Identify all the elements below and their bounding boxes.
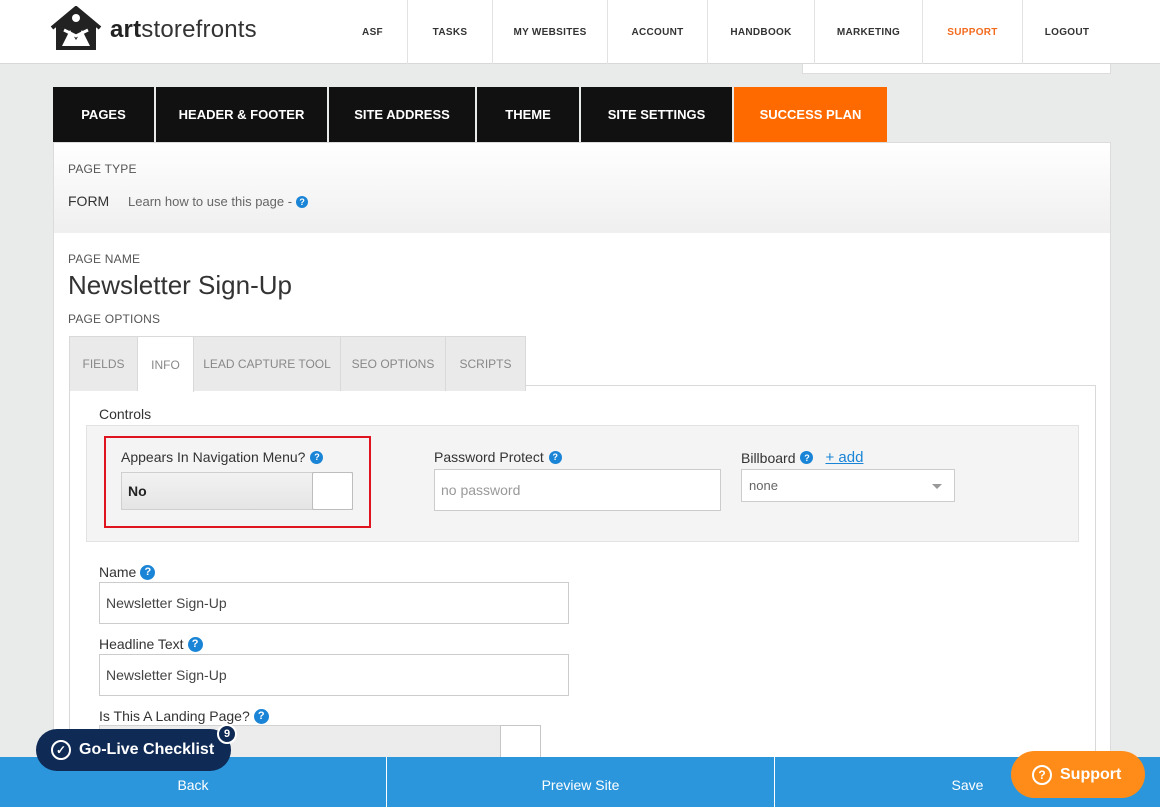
page-options-label: PAGE OPTIONS — [68, 312, 161, 326]
page-type-label: PAGE TYPE — [68, 162, 137, 176]
help-icon[interactable]: ? — [548, 450, 562, 464]
tab-seo-options[interactable]: SEO OPTIONS — [341, 337, 446, 391]
logo-text-art: art — [110, 16, 142, 43]
billboard-label: Billboard ? + add — [741, 449, 863, 466]
page-name-label: PAGE NAME — [68, 252, 141, 266]
tab-info[interactable]: INFO — [138, 337, 194, 392]
top-header: artstorefronts ASF TASKS MY WEBSITES ACC… — [0, 0, 1160, 64]
password-protect-label-text: Password Protect — [434, 449, 544, 465]
headline-label-text: Headline Text — [99, 636, 184, 652]
billboard-select[interactable]: none — [741, 469, 955, 502]
headline-input[interactable]: Newsletter Sign-Up — [99, 654, 569, 696]
help-icon[interactable]: ? — [140, 564, 156, 580]
nav-account[interactable]: ACCOUNT — [608, 0, 708, 64]
nav-logout[interactable]: LOGOUT — [1023, 0, 1111, 64]
main-content: PAGE NAME Newsletter Sign-Up PAGE OPTION… — [53, 233, 1111, 807]
logo-text: artstorefronts — [110, 16, 257, 43]
tab-lead-capture-tool[interactable]: LEAD CAPTURE TOOL — [194, 337, 341, 391]
tab-success-plan[interactable]: SUCCESS PLAN — [734, 87, 887, 142]
checklist-count-badge: 9 — [217, 724, 237, 744]
help-icon[interactable]: ? — [187, 636, 203, 652]
billboard-add-link[interactable]: + add — [825, 449, 863, 466]
name-input[interactable]: Newsletter Sign-Up — [99, 582, 569, 624]
controls-title: Controls — [99, 406, 152, 422]
support-button[interactable]: ? Support — [1011, 751, 1145, 798]
question-circle-icon: ? — [1032, 764, 1052, 785]
logo[interactable]: artstorefronts — [50, 6, 257, 54]
section-tabs: PAGES HEADER & FOOTER SITE ADDRESS THEME… — [53, 87, 889, 142]
page-type-panel: PAGE TYPE FORM Learn how to use this pag… — [53, 142, 1111, 233]
nav-tasks[interactable]: TASKS — [408, 0, 493, 64]
checklist-label: Go-Live Checklist — [79, 741, 215, 758]
tab-site-settings[interactable]: SITE SETTINGS — [581, 87, 732, 142]
landing-page-label: Is This A Landing Page? ? — [99, 708, 269, 724]
nav-handbook[interactable]: HANDBOOK — [708, 0, 815, 64]
preview-site-button[interactable]: Preview Site — [387, 757, 775, 807]
password-input[interactable]: no password — [434, 469, 721, 511]
nav-marketing[interactable]: MARKETING — [815, 0, 923, 64]
billboard-value: none — [749, 478, 778, 493]
nav-asf[interactable]: ASF — [338, 0, 408, 64]
help-icon[interactable]: ? — [296, 195, 309, 208]
billboard-label-text: Billboard — [741, 449, 796, 466]
go-live-checklist-button[interactable]: ✓ Go-Live Checklist — [36, 729, 231, 771]
password-protect-label: Password Protect ? — [434, 449, 562, 465]
page-title: Newsletter Sign-Up — [68, 270, 292, 300]
option-tabs: FIELDS INFO LEAD CAPTURE TOOL SEO OPTION… — [69, 336, 526, 392]
landing-page-label-text: Is This A Landing Page? — [99, 708, 250, 724]
support-label: Support — [1060, 765, 1122, 783]
tab-header-footer[interactable]: HEADER & FOOTER — [156, 87, 327, 142]
help-icon[interactable]: ? — [253, 708, 269, 724]
learn-link[interactable]: Learn how to use this page - ? — [128, 194, 309, 209]
top-nav: ASF TASKS MY WEBSITES ACCOUNT HANDBOOK M… — [338, 0, 1111, 64]
logo-icon — [50, 6, 102, 50]
page-type-value: FORM — [68, 193, 110, 209]
name-label: Name ? — [99, 564, 156, 580]
nav-my-websites[interactable]: MY WEBSITES — [493, 0, 608, 64]
tab-pages[interactable]: PAGES — [53, 87, 154, 142]
tab-site-address[interactable]: SITE ADDRESS — [329, 87, 475, 142]
tab-scripts[interactable]: SCRIPTS — [446, 337, 525, 391]
header-dropdown-stub — [802, 64, 1111, 74]
highlight-box — [104, 436, 371, 528]
name-label-text: Name — [99, 564, 137, 580]
learn-text: Learn how to use this page - — [128, 194, 293, 209]
toggle-knob[interactable] — [500, 725, 541, 760]
chevron-down-icon — [932, 484, 942, 489]
tab-fields[interactable]: FIELDS — [70, 337, 138, 391]
help-icon[interactable]: ? — [800, 451, 814, 464]
check-circle-icon: ✓ — [51, 740, 71, 760]
nav-support[interactable]: SUPPORT — [923, 0, 1023, 64]
tab-theme[interactable]: THEME — [477, 87, 579, 142]
headline-label: Headline Text ? — [99, 636, 203, 652]
